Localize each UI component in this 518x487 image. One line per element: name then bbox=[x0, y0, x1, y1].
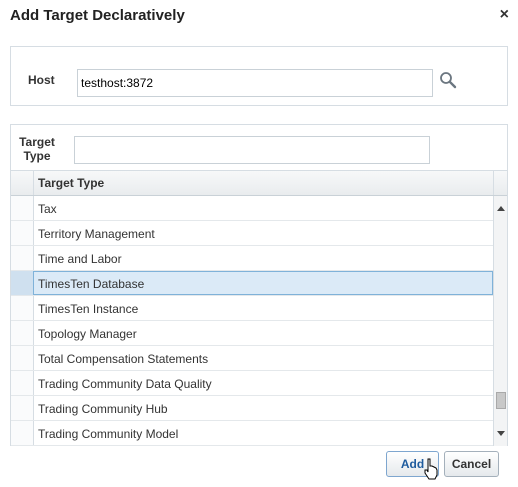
scrollbar-thumb[interactable] bbox=[496, 392, 506, 409]
dialog-titlebar: Add Target Declaratively × bbox=[0, 0, 518, 32]
table-header: Target Type bbox=[11, 171, 507, 196]
table-body: Tax Territory Management Time and Labor … bbox=[11, 196, 493, 446]
target-type-cell: Trading Community Model bbox=[38, 427, 179, 441]
row-header bbox=[11, 296, 34, 320]
target-type-cell: Time and Labor bbox=[38, 252, 122, 266]
cancel-button[interactable]: Cancel bbox=[444, 451, 499, 477]
table-row[interactable]: Trading Community Hub bbox=[11, 396, 493, 421]
target-type-cell: Trading Community Data Quality bbox=[38, 377, 212, 391]
table-row[interactable]: TimesTen Database bbox=[11, 271, 493, 296]
column-header-target-type[interactable]: Target Type bbox=[38, 176, 104, 190]
target-type-cell: Topology Manager bbox=[38, 327, 137, 341]
row-header bbox=[11, 396, 34, 420]
table-row[interactable]: Total Compensation Statements bbox=[11, 346, 493, 371]
target-type-cell: Tax bbox=[38, 202, 57, 216]
target-type-filter-input[interactable] bbox=[74, 136, 430, 164]
header-scroll-spacer bbox=[493, 171, 508, 195]
row-header bbox=[11, 421, 34, 445]
close-icon[interactable]: × bbox=[500, 6, 509, 24]
target-type-cell: Total Compensation Statements bbox=[38, 352, 209, 366]
target-type-table: Target Type Tax Territory Management Tim… bbox=[11, 170, 507, 446]
target-type-cell: TimesTen Instance bbox=[38, 302, 139, 316]
row-header bbox=[11, 246, 34, 270]
mouse-pointer-icon bbox=[424, 458, 438, 480]
dialog-title: Add Target Declaratively bbox=[10, 7, 185, 24]
table-row[interactable]: Trading Community Model bbox=[11, 421, 493, 446]
host-panel: Host testhost:3872 bbox=[10, 46, 508, 106]
target-type-cell: Trading Community Hub bbox=[38, 402, 168, 416]
add-target-dialog: Add Target Declaratively × Host testhost… bbox=[0, 0, 518, 487]
host-label: Host bbox=[28, 73, 55, 87]
table-row[interactable]: Topology Manager bbox=[11, 321, 493, 346]
row-header bbox=[11, 321, 34, 345]
target-type-label-line2: Type bbox=[23, 149, 51, 163]
target-type-panel: Target Type Target Type Tax Territory Ma… bbox=[10, 124, 508, 446]
search-icon[interactable] bbox=[439, 71, 457, 89]
table-row[interactable]: TimesTen Instance bbox=[11, 296, 493, 321]
table-row[interactable]: Time and Labor bbox=[11, 246, 493, 271]
vertical-scrollbar[interactable] bbox=[493, 196, 507, 446]
row-header bbox=[11, 221, 34, 245]
scroll-down-arrow-icon[interactable] bbox=[497, 431, 505, 436]
target-type-label: Target Type bbox=[17, 135, 57, 163]
row-header bbox=[11, 196, 34, 220]
table-row[interactable]: Tax bbox=[11, 196, 493, 221]
target-type-cell: TimesTen Database bbox=[38, 277, 145, 291]
target-type-cell: Territory Management bbox=[38, 227, 155, 241]
row-header bbox=[11, 346, 34, 370]
row-header-corner bbox=[11, 171, 34, 195]
row-header bbox=[11, 371, 34, 395]
table-row[interactable]: Territory Management bbox=[11, 221, 493, 246]
row-header bbox=[11, 271, 34, 295]
scroll-up-arrow-icon[interactable] bbox=[497, 206, 505, 211]
table-row[interactable]: Trading Community Data Quality bbox=[11, 371, 493, 396]
target-type-label-line1: Target bbox=[19, 135, 55, 149]
host-input[interactable]: testhost:3872 bbox=[77, 69, 433, 97]
